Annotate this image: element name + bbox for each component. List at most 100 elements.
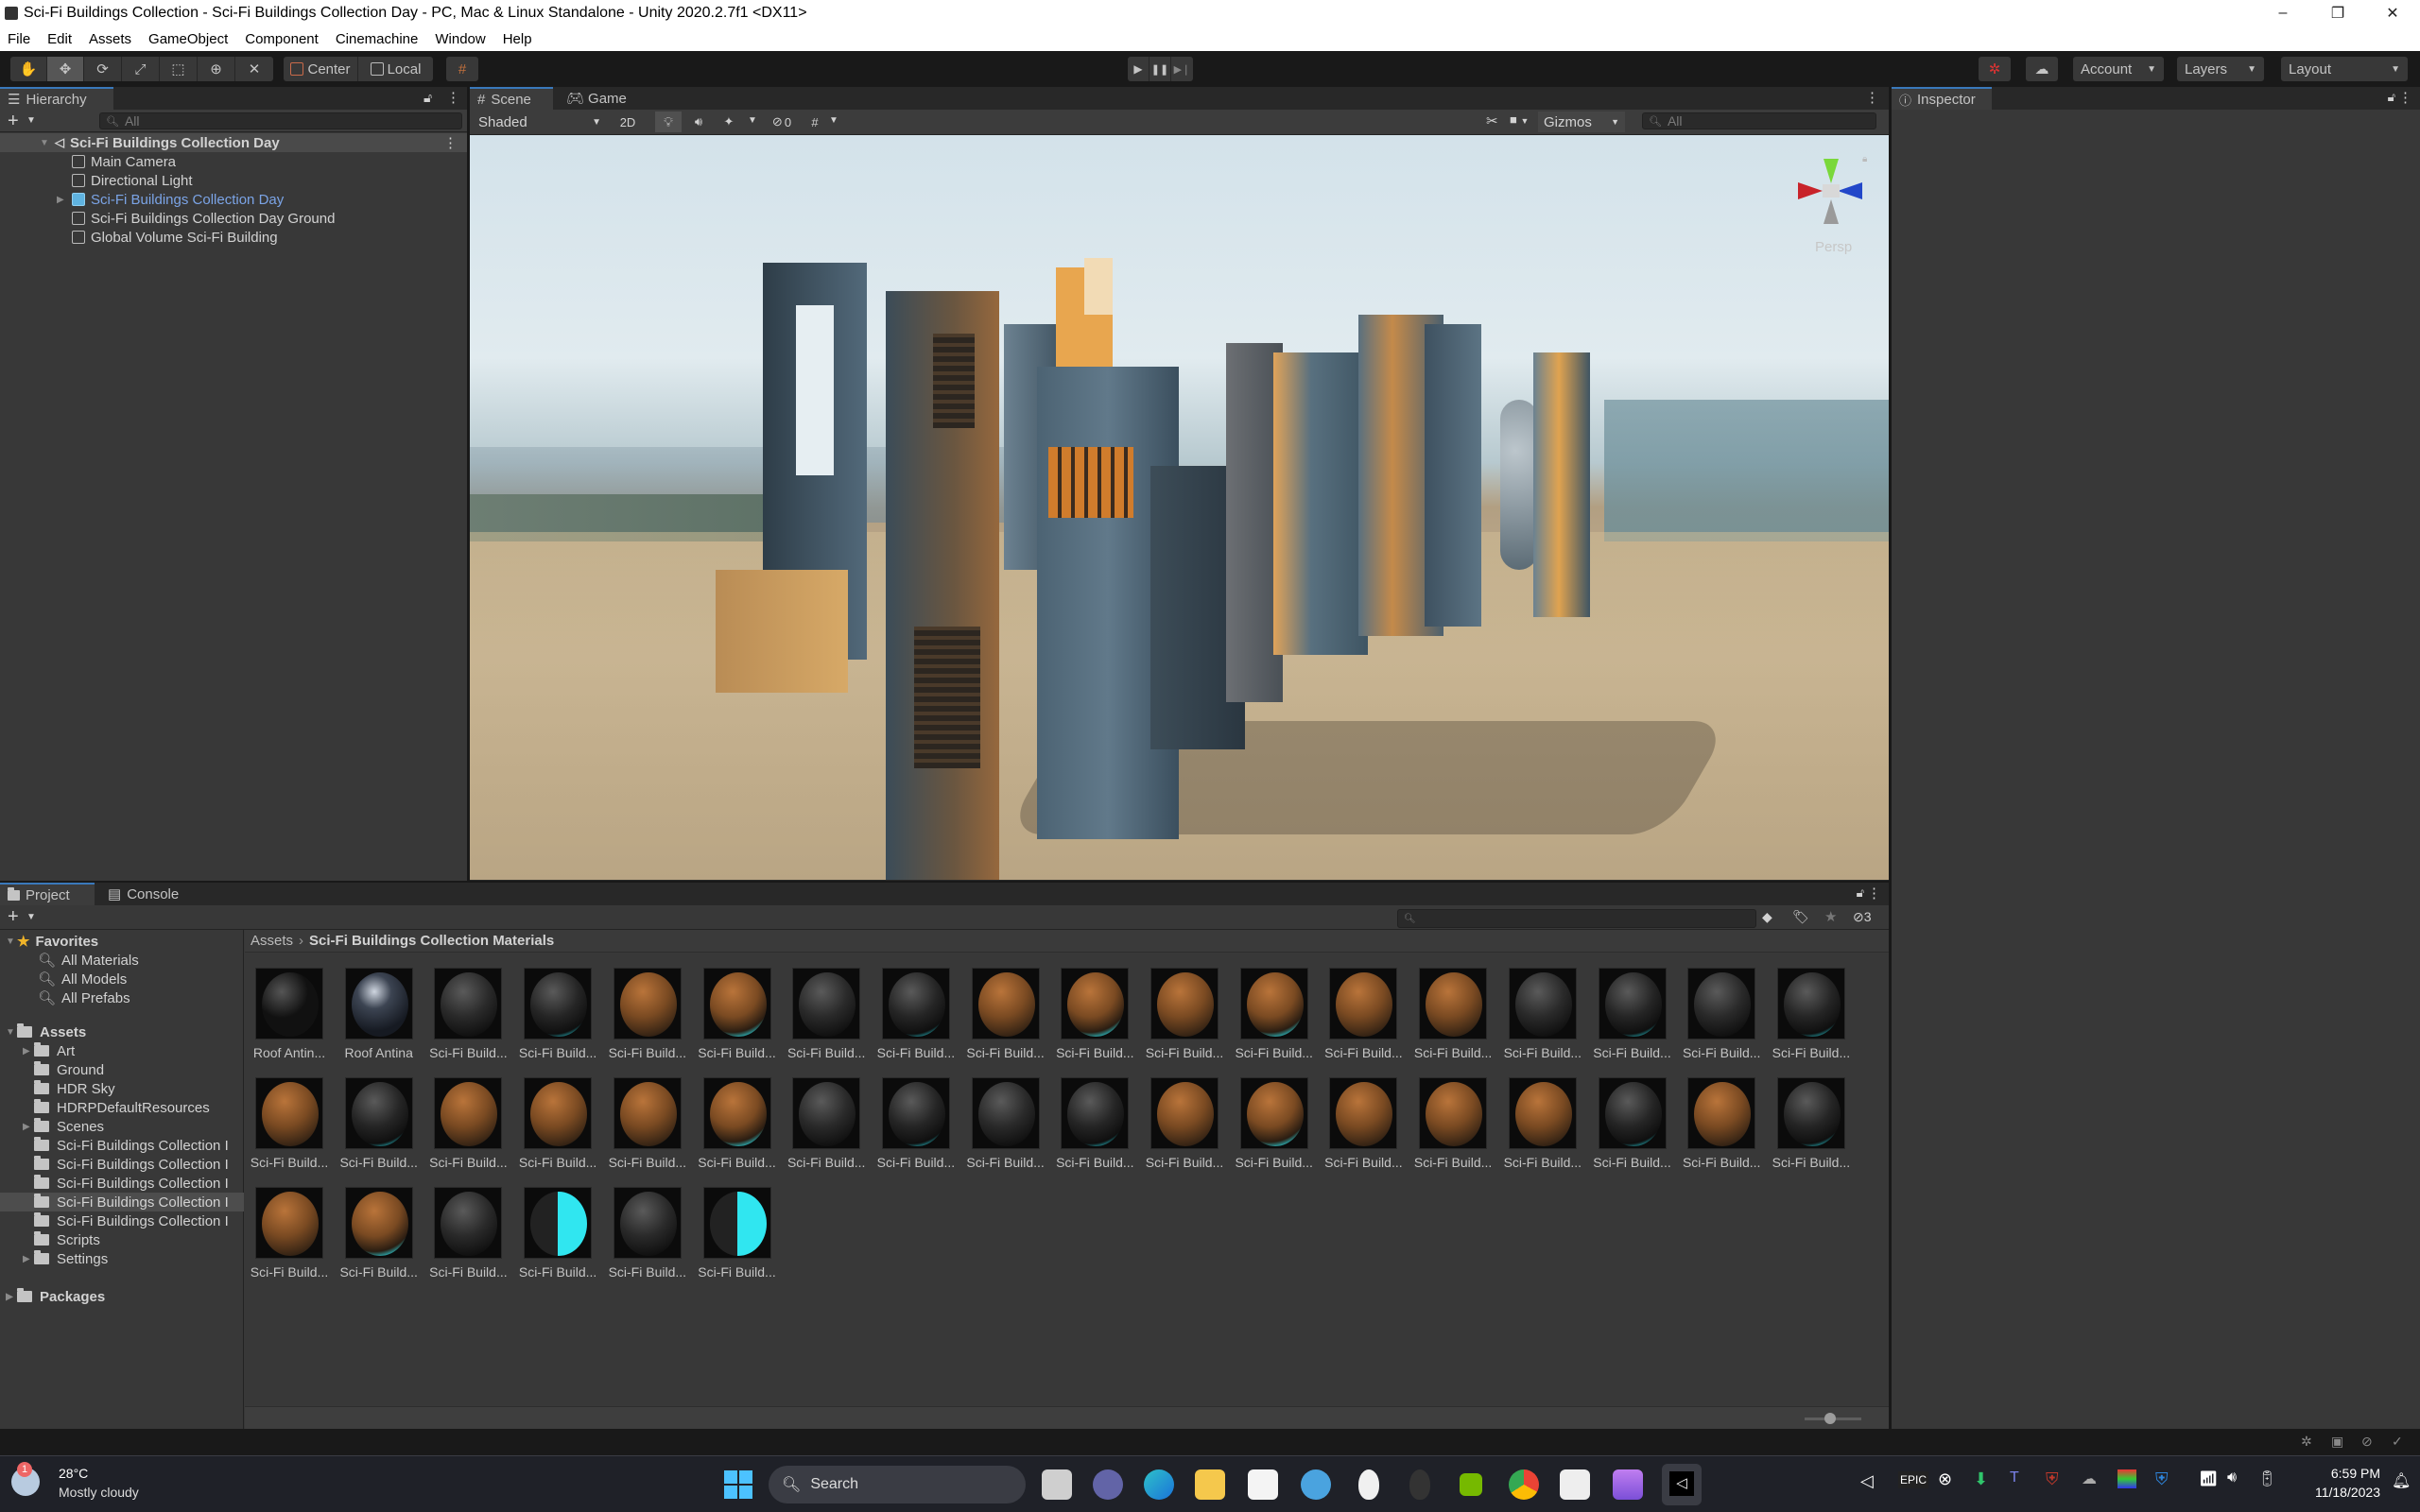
material-asset[interactable]: Sci-Fi Build... bbox=[1233, 968, 1316, 1072]
tab-project[interactable]: Project bbox=[0, 883, 95, 905]
task-view-icon[interactable] bbox=[1042, 1469, 1072, 1500]
material-asset[interactable]: Sci-Fi Build... bbox=[1680, 1077, 1763, 1181]
download-tray-icon[interactable]: ⬇ bbox=[1974, 1469, 1988, 1489]
cache-icon[interactable]: ▣ bbox=[2331, 1434, 2343, 1450]
clock-date[interactable]: 11/18/2023 bbox=[2288, 1485, 2380, 1500]
material-asset[interactable]: Sci-Fi Build... bbox=[1143, 968, 1226, 1072]
material-asset[interactable]: Sci-Fi Build... bbox=[696, 1187, 779, 1291]
folder-item[interactable]: HDRPDefaultResources bbox=[0, 1098, 244, 1117]
hierarchy-search-input[interactable]: 🔍︎ All bbox=[99, 112, 462, 129]
hidden-objects-toggle[interactable]: ⊘ 0 bbox=[765, 112, 799, 132]
material-asset[interactable]: Sci-Fi Build... bbox=[1770, 968, 1853, 1072]
lock-icon[interactable]: 🔓︎ bbox=[2388, 90, 2395, 105]
paint-icon[interactable] bbox=[1301, 1469, 1331, 1500]
minimize-button[interactable]: – bbox=[2256, 0, 2310, 26]
battery-icon[interactable]: 🔋︎ bbox=[2257, 1469, 2276, 1488]
hierarchy-item[interactable]: Global Volume Sci-Fi Building bbox=[0, 228, 467, 247]
folder-item[interactable]: HDR Sky bbox=[0, 1079, 244, 1098]
layers-dropdown[interactable]: Layers ▼ bbox=[2177, 57, 2264, 81]
notification-bell-icon[interactable]: 🔔︎ bbox=[2392, 1471, 2411, 1490]
mcafee-icon[interactable]: ⛨ bbox=[2046, 1469, 2059, 1489]
nvidia-icon[interactable] bbox=[1460, 1473, 1482, 1496]
chevron-down-icon[interactable]: ▼ bbox=[748, 115, 757, 126]
more-menu-icon[interactable]: ⋮ bbox=[446, 89, 460, 106]
folder-item[interactable]: ▶ Settings bbox=[0, 1249, 244, 1268]
progress-icon[interactable]: ⊘ bbox=[2361, 1434, 2373, 1450]
x-axis-cone[interactable] bbox=[1798, 182, 1823, 199]
material-asset[interactable]: Sci-Fi Build... bbox=[1411, 1077, 1495, 1181]
material-asset[interactable]: Sci-Fi Build... bbox=[696, 1077, 779, 1181]
material-asset[interactable]: Sci-Fi Build... bbox=[606, 968, 689, 1072]
y-axis-cone[interactable] bbox=[1824, 159, 1839, 183]
more-menu-icon[interactable]: ⋮ bbox=[1865, 89, 1879, 106]
material-asset[interactable]: Sci-Fi Build... bbox=[696, 968, 779, 1072]
hierarchy-item[interactable]: Directional Light bbox=[0, 171, 467, 190]
draw-mode-dropdown[interactable]: Shaded ▼ bbox=[473, 112, 607, 132]
clock-time[interactable]: 6:59 PM bbox=[2293, 1466, 2380, 1481]
material-asset[interactable]: Sci-Fi Build... bbox=[606, 1187, 689, 1291]
hand-tool-button[interactable]: ✋ bbox=[10, 57, 47, 81]
chevron-down-icon[interactable]: ▼ bbox=[26, 115, 36, 126]
alienware-command-icon[interactable] bbox=[1409, 1469, 1430, 1500]
filter-by-type-icon[interactable]: ◆ bbox=[1762, 909, 1772, 925]
folder-item[interactable]: Scripts bbox=[0, 1230, 244, 1249]
start-button[interactable] bbox=[724, 1470, 752, 1499]
hidden-packages-toggle[interactable]: ⊘3 bbox=[1853, 909, 1872, 925]
material-asset[interactable]: Sci-Fi Build... bbox=[1322, 1077, 1405, 1181]
tab-console[interactable]: ▤ Console bbox=[100, 883, 195, 905]
material-asset[interactable]: Sci-Fi Build... bbox=[337, 1077, 421, 1181]
folder-item[interactable]: ▶ Scenes bbox=[0, 1117, 244, 1136]
project-search-input[interactable]: 🔍︎ bbox=[1397, 909, 1756, 928]
onedrive-off-icon[interactable]: ☁ bbox=[2082, 1469, 2097, 1488]
orientation-gizmo[interactable]: Persp 🔒︎ bbox=[1789, 154, 1874, 258]
close-button[interactable]: ✕ bbox=[2365, 0, 2420, 26]
scale-tool-button[interactable]: ⤢ bbox=[122, 57, 160, 81]
menu-edit[interactable]: Edit bbox=[47, 31, 72, 47]
rotate-tool-button[interactable]: ⟳ bbox=[84, 57, 122, 81]
audio-toggle[interactable]: 🔊︎ bbox=[685, 112, 712, 132]
taskbar-search[interactable]: 🔍︎ Search bbox=[769, 1466, 1026, 1503]
weather-desc[interactable]: Mostly cloudy bbox=[59, 1485, 139, 1500]
material-asset[interactable]: Sci-Fi Build... bbox=[248, 1187, 331, 1291]
material-asset[interactable]: Sci-Fi Build... bbox=[606, 1077, 689, 1181]
pause-button[interactable]: ❚❚ bbox=[1150, 57, 1171, 81]
pivot-rotation-button[interactable]: Local bbox=[358, 57, 433, 81]
material-asset[interactable]: Sci-Fi Build... bbox=[785, 1077, 868, 1181]
material-asset[interactable]: Sci-Fi Build... bbox=[516, 1077, 599, 1181]
clipchamp-icon[interactable] bbox=[1613, 1469, 1643, 1500]
scene-viewport[interactable]: Persp 🔒︎ bbox=[470, 135, 1889, 880]
unity-taskbar-button[interactable]: ◁ bbox=[1662, 1464, 1702, 1505]
hierarchy-scene-row[interactable]: ▼ ◁ Sci-Fi Buildings Collection Day ⋮ bbox=[0, 133, 467, 152]
create-asset-button[interactable]: + bbox=[8, 906, 19, 928]
wifi-icon[interactable]: 📶︎ bbox=[2199, 1469, 2218, 1488]
menu-file[interactable]: File bbox=[8, 31, 30, 47]
snipping-tool-icon[interactable] bbox=[1560, 1469, 1590, 1500]
account-dropdown[interactable]: Account ▼ bbox=[2073, 57, 2164, 81]
material-asset[interactable]: Sci-Fi Build... bbox=[426, 1187, 510, 1291]
menu-help[interactable]: Help bbox=[503, 31, 532, 47]
tab-hierarchy[interactable]: ☰ Hierarchy bbox=[0, 87, 113, 110]
chevron-down-icon[interactable]: ▼ bbox=[829, 115, 838, 126]
menu-assets[interactable]: Assets bbox=[89, 31, 131, 47]
material-asset[interactable]: Sci-Fi Build... bbox=[874, 968, 958, 1072]
move-tool-button[interactable]: ✥ bbox=[47, 57, 84, 81]
gizmos-dropdown[interactable]: Gizmos ▼ bbox=[1538, 112, 1625, 132]
expand-triangle-icon[interactable]: ▶ bbox=[57, 195, 68, 205]
breadcrumb-assets[interactable]: Assets bbox=[251, 933, 293, 949]
chat-icon[interactable] bbox=[1093, 1469, 1123, 1500]
more-menu-icon[interactable]: ⋮ bbox=[2398, 89, 2412, 106]
menu-component[interactable]: Component bbox=[245, 31, 319, 47]
material-asset[interactable]: Sci-Fi Build... bbox=[1501, 968, 1584, 1072]
gizmo-lock-icon[interactable]: 🔒︎ bbox=[1862, 154, 1867, 164]
material-asset[interactable]: Sci-Fi Build... bbox=[1053, 968, 1136, 1072]
lighting-toggle[interactable]: 💡︎ bbox=[655, 112, 682, 132]
expand-triangle-icon[interactable]: ▶ bbox=[23, 1122, 34, 1132]
restore-button[interactable]: ❐ bbox=[2310, 0, 2365, 26]
neg-y-axis-cone[interactable] bbox=[1824, 199, 1839, 224]
material-asset[interactable]: Sci-Fi Build... bbox=[1411, 968, 1495, 1072]
material-asset[interactable]: Sci-Fi Build... bbox=[964, 968, 1047, 1072]
grid-toggle[interactable]: # bbox=[804, 112, 825, 132]
expand-triangle-icon[interactable]: ▶ bbox=[6, 1292, 17, 1302]
material-asset[interactable]: Sci-Fi Build... bbox=[426, 968, 510, 1072]
tab-game[interactable]: 🎮︎ Game bbox=[559, 87, 634, 110]
